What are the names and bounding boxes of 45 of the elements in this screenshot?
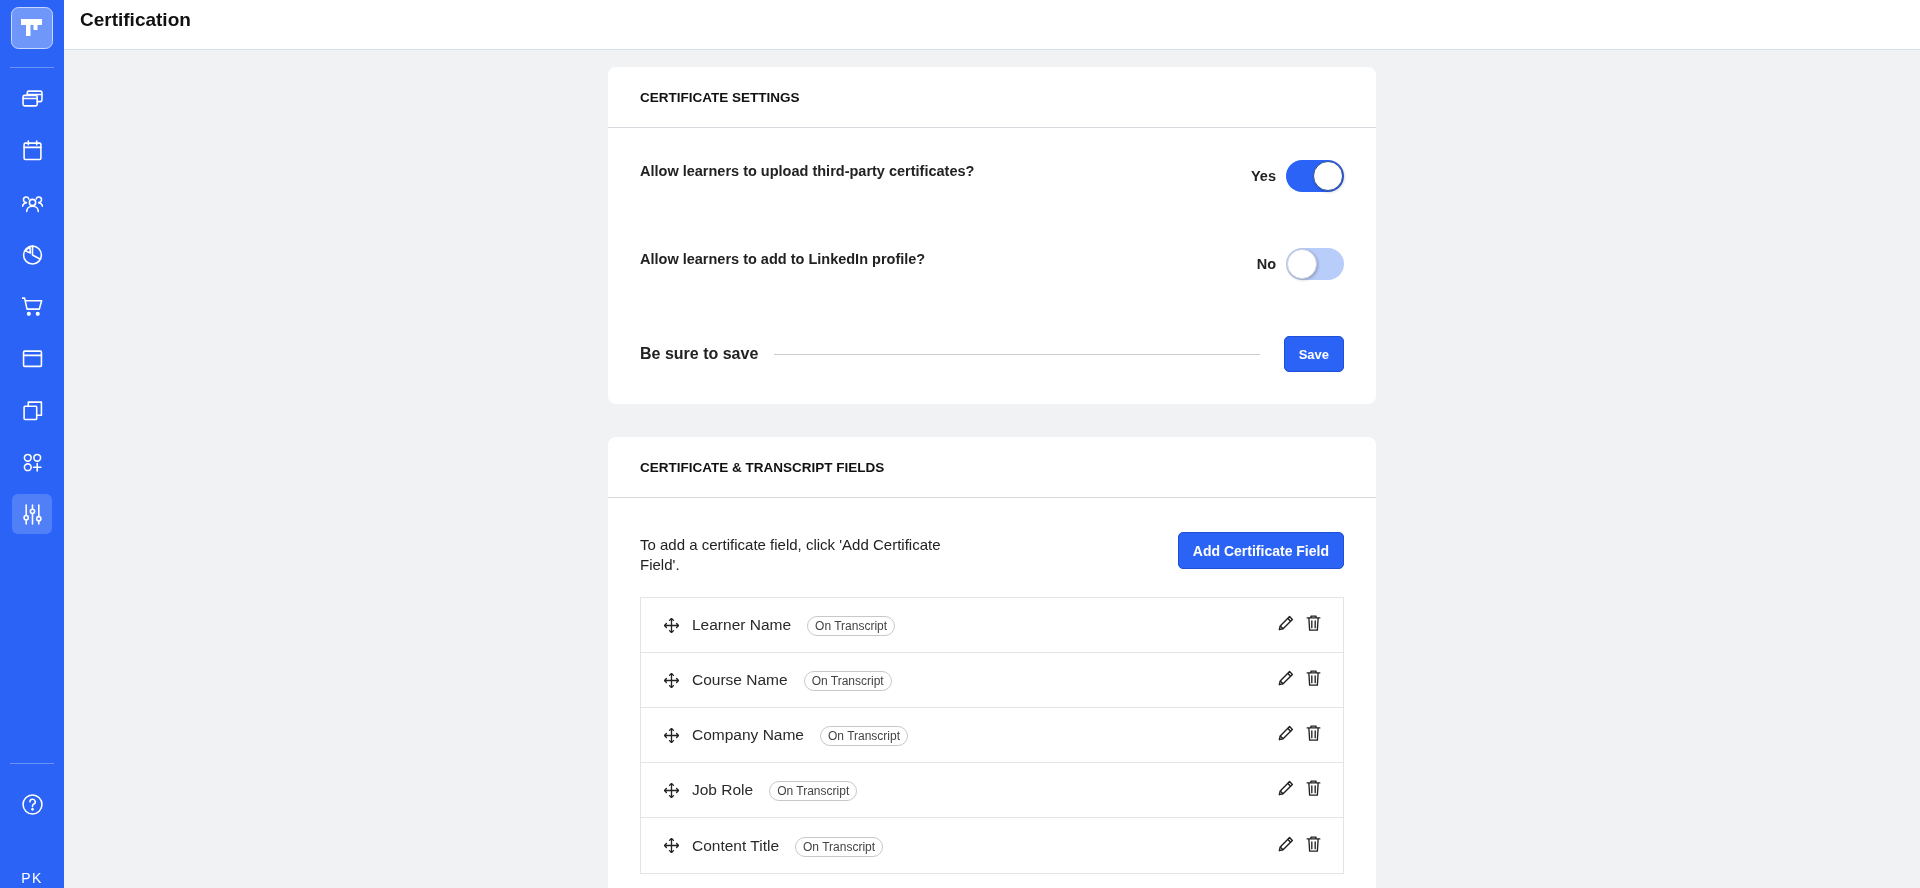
move-icon[interactable]: [664, 672, 679, 688]
instructions-text: To add a certificate field, click 'Add Certificate Field'.: [640, 535, 942, 575]
shopping-cart-icon: [21, 295, 43, 317]
field-name: Course Name: [692, 671, 788, 689]
pie-chart-icon: [21, 243, 43, 265]
field-name: Job Role: [692, 781, 754, 799]
card-title: CERTIFICATE SETTINGS: [640, 89, 800, 105]
calendar-icon: [21, 139, 43, 161]
page-title: Certification: [80, 8, 191, 31]
field-name: Content Title: [692, 836, 780, 855]
browser-window-icon: [21, 347, 43, 369]
trash-icon[interactable]: [1306, 725, 1321, 741]
stacked-windows-icon: [21, 87, 43, 109]
circles-plus-icon: [21, 451, 43, 473]
setting-question: Allow learners to add to LinkedIn profile?: [640, 250, 926, 267]
save-prompt: Be sure to save: [640, 345, 759, 363]
trash-icon[interactable]: [1306, 780, 1321, 796]
sliders-icon: [21, 503, 43, 525]
trash-icon[interactable]: [1306, 835, 1321, 852]
move-icon[interactable]: [664, 838, 679, 853]
field-name: Learner Name: [692, 616, 792, 634]
trash-icon[interactable]: [1306, 615, 1321, 631]
pencil-icon[interactable]: [1278, 670, 1294, 686]
move-icon[interactable]: [664, 727, 679, 743]
pencil-icon[interactable]: [1278, 780, 1294, 796]
toggle-state-label: Yes: [1251, 168, 1276, 184]
field-name: Company Name: [692, 726, 804, 744]
toggle-switch[interactable]: [1286, 248, 1344, 280]
setting-question: Allow learners to upload third-party certificates?: [640, 162, 975, 179]
move-icon[interactable]: [664, 782, 679, 798]
trash-icon[interactable]: [1306, 670, 1321, 686]
pencil-icon[interactable]: [1278, 615, 1294, 631]
card-title: CERTIFICATE & TRANSCRIPT FIELDS: [640, 459, 885, 475]
overlapping-squares-icon: [21, 399, 43, 421]
help-icon: [21, 793, 43, 815]
user-initials[interactable]: PK: [21, 870, 43, 886]
pencil-icon[interactable]: [1278, 725, 1294, 741]
save-button[interactable]: Save: [1283, 336, 1344, 372]
move-icon[interactable]: [664, 617, 679, 633]
add-certificate-field-button[interactable]: Add Certificate Field: [1177, 532, 1344, 569]
pencil-icon[interactable]: [1278, 835, 1294, 852]
toggle-switch[interactable]: [1286, 160, 1344, 192]
sidebar-nav-button[interactable]: [12, 494, 52, 534]
logo-icon[interactable]: [11, 7, 53, 49]
toggle-state-label: No: [1256, 256, 1276, 272]
